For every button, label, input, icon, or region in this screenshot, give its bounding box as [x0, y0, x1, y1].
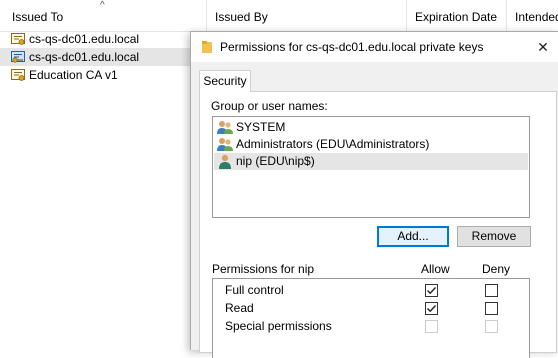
tab-security[interactable]: Security [199, 70, 251, 92]
permissions-table: Full control Read Special permissions [212, 278, 530, 358]
cert-row[interactable]: cs-qs-dc01.edu.local [0, 48, 200, 66]
cert-row[interactable]: cs-qs-dc01.edu.local [0, 30, 200, 48]
permissions-dialog: Permissions for cs-qs-dc01.edu.local pri… [190, 31, 558, 358]
column-expiration-date[interactable]: Expiration Date [406, 0, 506, 31]
close-icon: ✕ [537, 39, 549, 55]
allow-checkbox [425, 320, 438, 333]
principals-listbox[interactable]: SYSTEM Administrators (EDU\Administrator… [212, 116, 530, 218]
permission-name: Read [225, 301, 254, 315]
certificate-icon [11, 33, 25, 45]
cert-label: Education CA v1 [29, 68, 118, 82]
group-icon [217, 121, 233, 134]
principal-label: nip (EDU\nip$) [236, 154, 315, 168]
deny-checkbox[interactable] [485, 284, 498, 297]
cert-label: cs-qs-dc01.edu.local [29, 50, 140, 64]
permissions-for-label: Permissions for nip [212, 262, 315, 276]
checkmark-icon [427, 287, 437, 295]
dialog-title: Permissions for cs-qs-dc01.edu.local pri… [220, 40, 484, 54]
column-issued-by[interactable]: Issued By [206, 0, 406, 31]
close-button[interactable]: ✕ [530, 35, 556, 59]
checkmark-icon [427, 305, 437, 313]
dialog-titlebar[interactable]: Permissions for cs-qs-dc01.edu.local pri… [191, 32, 558, 62]
cert-label: cs-qs-dc01.edu.local [29, 32, 140, 46]
add-button[interactable]: Add... [377, 226, 449, 247]
principal-label: SYSTEM [236, 120, 286, 134]
cert-row[interactable]: Education CA v1 [0, 66, 200, 84]
folder-icon [202, 41, 212, 53]
permission-name: Full control [225, 283, 284, 297]
permission-row-read: Read [213, 299, 529, 317]
user-icon [219, 154, 231, 169]
column-intended-purposes[interactable]: Intended [506, 0, 558, 31]
list-header: Issued To ^ Issued By Expiration Date In… [0, 0, 558, 32]
deny-checkbox[interactable] [485, 302, 498, 315]
principal-item-administrators[interactable]: Administrators (EDU\Administrators) [214, 136, 528, 153]
deny-checkbox [485, 320, 498, 333]
group-icon [217, 138, 233, 151]
permission-row-full-control: Full control [213, 281, 529, 299]
certificate-icon [11, 69, 25, 81]
group-or-user-names-label: Group or user names: [211, 99, 328, 113]
remove-button[interactable]: Remove [457, 226, 531, 247]
principal-item-nip[interactable]: nip (EDU\nip$) [214, 153, 528, 170]
principal-label: Administrators (EDU\Administrators) [236, 137, 430, 151]
allow-checkbox[interactable] [425, 284, 438, 297]
allow-checkbox[interactable] [425, 302, 438, 315]
principal-item-system[interactable]: SYSTEM [214, 119, 528, 136]
deny-column-header: Deny [482, 262, 511, 276]
permission-name: Special permissions [225, 319, 332, 333]
certificate-key-icon [11, 51, 25, 63]
permission-row-special: Special permissions [213, 317, 529, 335]
allow-column-header: Allow [421, 262, 450, 276]
sort-ascending-icon: ^ [100, 0, 105, 11]
